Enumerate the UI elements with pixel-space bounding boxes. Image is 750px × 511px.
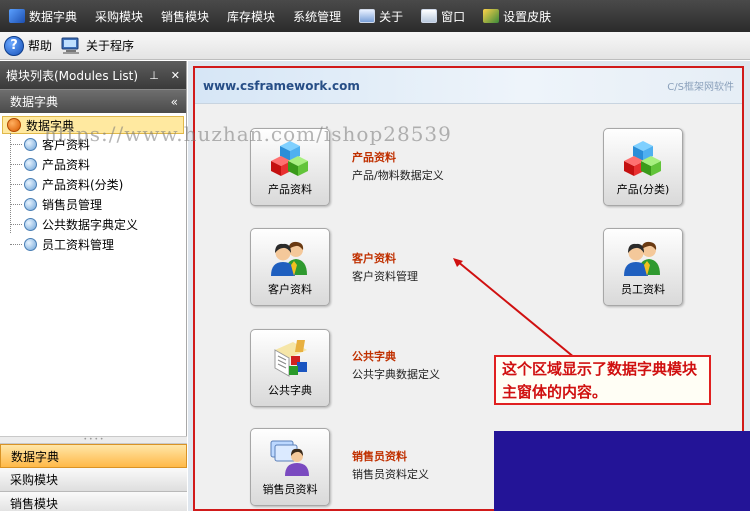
- tree-branch: [10, 243, 22, 245]
- menu-about[interactable]: 关于: [350, 0, 412, 32]
- menu-sales[interactable]: 销售模块: [152, 0, 218, 32]
- node-icon: [24, 237, 37, 251]
- app-logo-icon: [9, 9, 25, 23]
- menu-window[interactable]: 窗口: [412, 0, 474, 32]
- node-icon: [24, 217, 37, 231]
- window-icon: [421, 9, 438, 23]
- watermark: https://www.huzhan.com/ishop28539: [44, 122, 452, 146]
- tree-branch: [10, 183, 22, 185]
- menu-inventory[interactable]: 库存模块: [218, 0, 284, 32]
- node-icon: [24, 177, 37, 191]
- node-icon: [24, 157, 37, 171]
- nav-purchase[interactable]: 采购模块: [0, 468, 187, 492]
- node-icon: [24, 137, 37, 151]
- tree-branch: [10, 203, 22, 205]
- tree-branch: [10, 143, 22, 145]
- about-program-button[interactable]: 关于程序: [60, 37, 134, 55]
- pin-icon[interactable]: ⊥: [149, 69, 159, 82]
- skin-icon: [483, 9, 500, 23]
- group-header[interactable]: 数据字典 «: [0, 89, 186, 113]
- about-icon: [359, 9, 376, 23]
- annotation-callout: 这个区域显示了数据字典模块主窗体的内容。: [494, 355, 711, 405]
- tree-item-product[interactable]: 产品资料: [0, 154, 186, 174]
- tree-item-product-category[interactable]: 产品资料(分类): [0, 174, 186, 194]
- tree-branch: [10, 163, 22, 165]
- help-icon: ?: [4, 35, 24, 56]
- tree-item-sales-rep[interactable]: 销售员管理: [0, 194, 186, 214]
- tree-item-employee[interactable]: 员工资料管理: [0, 234, 186, 254]
- menu-data-dictionary[interactable]: 数据字典: [0, 0, 86, 32]
- nav-data-dictionary[interactable]: 数据字典: [0, 444, 187, 468]
- computer-icon: [61, 37, 80, 54]
- collapse-icon[interactable]: «: [171, 95, 178, 109]
- help-button[interactable]: ? 帮助: [4, 35, 52, 56]
- module-nav: • • • • 数据字典 采购模块 销售模块: [0, 436, 187, 511]
- menu-bar: 数据字典 采购模块 销售模块 库存模块 系统管理 关于 窗口 设置皮肤: [0, 0, 750, 32]
- nav-sales[interactable]: 销售模块: [0, 492, 187, 511]
- overlay-block: [494, 431, 750, 511]
- close-icon[interactable]: ✕: [171, 69, 180, 82]
- modules-panel-title: 模块列表(Modules List) ⊥ ✕: [0, 61, 186, 89]
- toolbar: ? 帮助 关于程序: [0, 32, 750, 60]
- menu-purchase[interactable]: 采购模块: [86, 0, 152, 32]
- folder-node-icon: [7, 118, 21, 132]
- menu-system[interactable]: 系统管理: [284, 0, 350, 32]
- node-icon: [24, 197, 37, 211]
- tree-item-common-dict[interactable]: 公共数据字典定义: [0, 214, 186, 234]
- tree-branch: [10, 223, 22, 225]
- menu-skin[interactable]: 设置皮肤: [474, 0, 560, 32]
- panel-splitter[interactable]: • • • •: [0, 436, 187, 444]
